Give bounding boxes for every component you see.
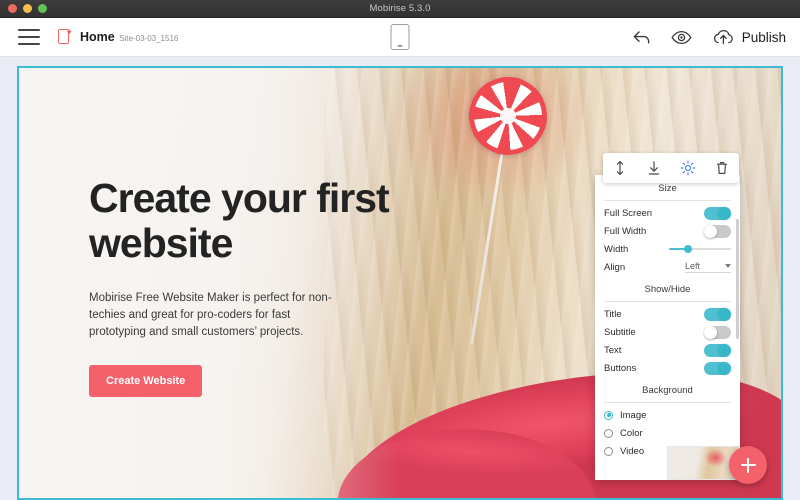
hero-title[interactable]: Create your first website [89,176,390,266]
eye-preview-icon[interactable] [671,30,692,45]
page-title: Home [80,30,115,44]
hero-text[interactable]: Mobirise Free Website Maker is perfect f… [89,290,334,341]
setting-label: Subtitle [604,326,636,338]
download-arrow-icon[interactable] [637,153,671,183]
radio-video[interactable] [604,446,613,456]
subtitle-toggle[interactable] [704,325,731,339]
option-label: Color [620,427,643,439]
radio-image[interactable] [604,410,613,420]
editor-canvas: Create your first website Mobirise Free … [0,57,800,500]
background-section-heading: Background [642,385,693,396]
setting-label: Align [604,261,626,273]
width-slider[interactable] [669,243,731,256]
trash-icon[interactable] [705,153,739,183]
setting-row-text: Text [604,341,731,359]
buttons-toggle[interactable] [704,361,731,375]
app-header: ✦ Home Site-03-03_1516 Publish [0,18,800,57]
setting-row-subtitle: Subtitle [604,323,731,341]
cloud-upload-icon [712,29,735,46]
setting-row-full-width: Full Width [604,222,731,240]
option-label: Image [620,409,647,421]
panel-scrollbar[interactable] [736,219,739,339]
setting-row-buttons: Buttons [604,359,731,377]
divider [604,402,731,403]
setting-label: Title [604,308,622,320]
full-width-toggle[interactable] [704,224,731,238]
hero-content: Create your first website Mobirise Free … [89,176,390,397]
create-website-button[interactable]: Create Website [89,365,203,397]
site-name: Site-03-03_1516 [119,34,179,43]
setting-label: Full Width [604,225,647,237]
show-hide-section-heading: Show/Hide [644,284,691,295]
block-settings-panel: Size Full Screen Full Width Width Align … [595,175,740,480]
text-toggle[interactable] [704,343,731,357]
title-toggle[interactable] [704,307,731,321]
align-value: Left [685,261,701,271]
mobile-device-icon[interactable] [390,24,410,50]
full-screen-toggle[interactable] [704,206,731,220]
setting-label: Text [604,344,622,356]
publish-button[interactable]: Publish [712,29,786,46]
align-select[interactable]: Left [685,261,731,273]
gear-icon[interactable] [671,153,705,183]
publish-label: Publish [741,29,786,45]
window-titlebar: Mobirise 5.3.0 [0,0,800,18]
setting-row-width: Width [604,240,731,258]
setting-row-align: Align Left [604,258,731,276]
chevron-down-icon [725,264,731,268]
option-label: Video [620,445,645,457]
setting-row-full-screen: Full Screen [604,204,731,222]
page-sparkle-icon: ✦ [58,27,73,47]
mobirise-app-window: Mobirise 5.3.0 ✦ Home Site-03-03_1516 Pu… [0,0,800,500]
setting-label: Buttons [604,362,637,374]
setting-label: Full Screen [604,207,653,219]
divider [604,200,731,201]
window-title: Mobirise 5.3.0 [369,3,431,14]
undo-arrow-icon[interactable] [632,29,651,46]
page-identity[interactable]: ✦ Home Site-03-03_1516 [58,27,179,47]
setting-label: Width [604,243,629,255]
radio-color[interactable] [604,428,613,438]
move-vertical-icon[interactable] [603,153,637,183]
setting-row-title: Title [604,305,731,323]
add-block-button[interactable] [729,446,767,484]
background-option-image[interactable]: Image [604,406,731,424]
hamburger-menu-icon[interactable] [18,29,40,45]
background-option-color[interactable]: Color [604,424,731,442]
block-toolbar [603,153,739,183]
divider [604,301,731,302]
header-actions: Publish [632,29,786,46]
